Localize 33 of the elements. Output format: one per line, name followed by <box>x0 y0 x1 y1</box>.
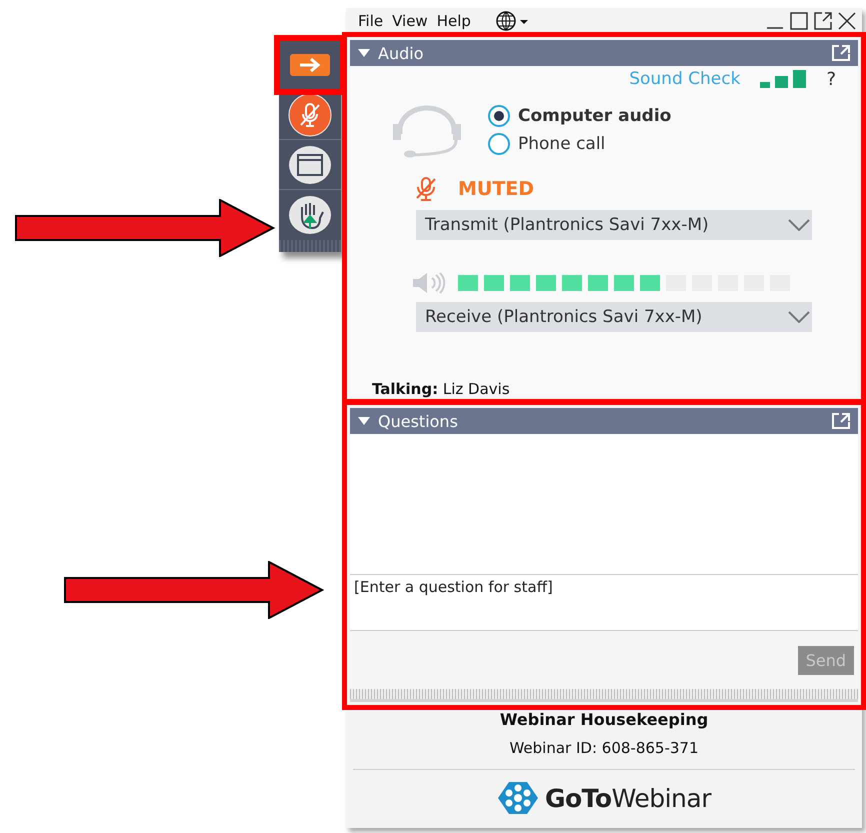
radio-option[interactable]: Phone call <box>488 133 672 155</box>
chevron-down-icon <box>788 219 810 231</box>
radio-option[interactable]: Computer audio <box>488 105 672 127</box>
maximize-icon[interactable] <box>790 12 808 30</box>
questions-panel-header[interactable]: Questions <box>350 408 858 434</box>
muted-microphone-icon <box>414 176 438 202</box>
muted-status: MUTED <box>458 178 534 200</box>
flower-logo-icon <box>496 780 539 816</box>
collapse-triangle-icon <box>358 49 370 57</box>
talking-status: Talking: Liz Davis <box>372 380 510 398</box>
question-input[interactable]: [Enter a question for staff] <box>350 575 858 631</box>
footer-title: Webinar Housekeeping <box>500 710 708 729</box>
arrow-right-icon <box>290 54 330 76</box>
toolbar-grip[interactable] <box>279 240 341 252</box>
receive-dropdown[interactable]: Receive (Plantronics Savi 7xx-M) <box>416 302 812 332</box>
speaker-icon <box>412 272 446 294</box>
menu-item[interactable]: File <box>358 12 384 30</box>
popout-icon[interactable] <box>814 12 832 30</box>
muted-microphone-icon <box>288 92 332 136</box>
raise-hand-icon <box>288 195 332 235</box>
logo-text: GoToWebinar <box>544 784 711 812</box>
signal-bars-icon <box>760 70 806 88</box>
window-icon <box>288 144 332 184</box>
audio-panel-header[interactable]: Audio <box>350 40 858 66</box>
chevron-down-icon <box>788 311 810 323</box>
help-button[interactable]: ? <box>826 68 836 90</box>
resize-grip[interactable] <box>350 689 858 702</box>
menu-item[interactable]: View <box>392 12 428 30</box>
menu-item[interactable]: Help <box>436 12 471 30</box>
transmit-dropdown[interactable]: Transmit (Plantronics Savi 7xx-M) <box>416 210 812 240</box>
close-icon[interactable] <box>838 12 856 30</box>
webinar-id: Webinar ID: 608-865-371 <box>353 739 855 770</box>
collapse-triangle-icon <box>358 417 370 425</box>
